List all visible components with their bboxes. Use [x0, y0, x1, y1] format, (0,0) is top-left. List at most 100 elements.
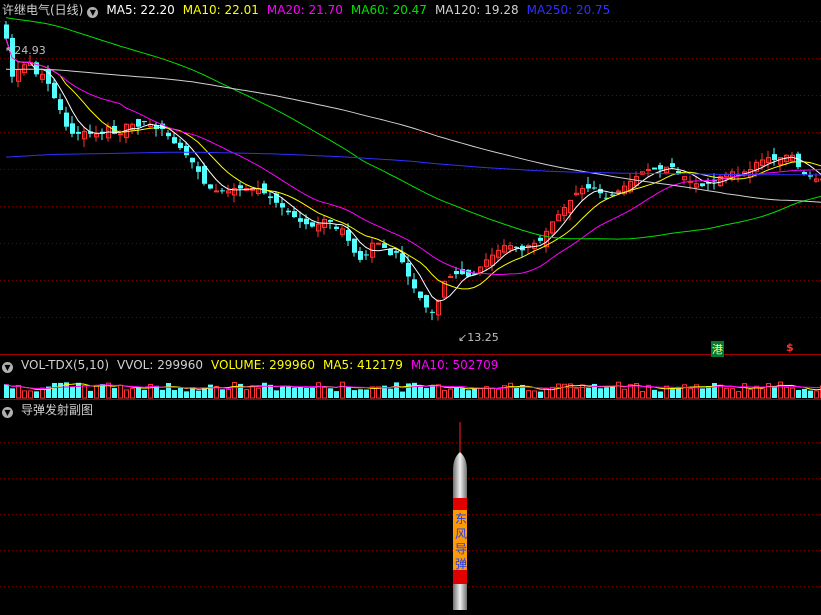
volume-bar-up — [718, 384, 723, 399]
volume-bar-down — [430, 385, 435, 398]
candle-down — [172, 137, 177, 144]
volume-bar-down — [196, 390, 201, 398]
volume-bar-up — [724, 387, 729, 399]
candle-down — [208, 184, 213, 189]
volume-bar-down — [52, 382, 57, 398]
volume-bar-up — [526, 390, 531, 399]
volume-bar-down — [70, 386, 75, 398]
volume-bar-up — [322, 386, 327, 399]
candle-down — [514, 246, 519, 248]
candle-down — [262, 183, 267, 194]
volume-bar-down — [610, 386, 615, 398]
volume-bar-up — [442, 389, 447, 399]
volume-bar-up — [664, 385, 669, 399]
volume-bar-down — [166, 383, 171, 398]
volume-bar-down — [772, 385, 777, 398]
candle-down — [454, 270, 459, 275]
candle-down — [178, 142, 183, 149]
volume-bar-up — [316, 382, 321, 399]
candle-down — [52, 82, 57, 99]
volume-bar-down — [604, 387, 609, 398]
candle-down — [58, 99, 63, 111]
volume-bar-up — [16, 384, 21, 399]
candle-down — [334, 226, 339, 229]
volume-bar-up — [94, 384, 99, 399]
high-price-marker: ↖24.93 — [5, 44, 46, 57]
volume-bar-down — [712, 383, 717, 398]
volume-bar-up — [226, 388, 231, 399]
candle-down — [652, 167, 657, 170]
volume-bar-down — [358, 389, 363, 398]
volume-bar-down — [184, 391, 189, 398]
candle-down — [310, 222, 315, 227]
volume-bar-up — [232, 381, 237, 399]
volume-bar-up — [340, 381, 345, 399]
volume-bar-up — [748, 389, 753, 399]
volume-bar-down — [274, 390, 279, 398]
volume-bar-up — [256, 387, 261, 399]
candle-down — [700, 183, 705, 187]
volume-bar-up — [244, 389, 249, 399]
candle-down — [538, 237, 543, 241]
candle-down — [394, 251, 399, 253]
volume-bar-up — [688, 388, 693, 399]
candle-down — [76, 131, 81, 134]
volume-bar-up — [448, 388, 453, 399]
stock-chart[interactable] — [0, 0, 821, 615]
missile-char: 导 — [455, 542, 468, 556]
volume-bar-down — [352, 390, 357, 398]
volume-bar-up — [736, 391, 741, 399]
ma250-line — [5, 151, 821, 176]
volume-bar-up — [22, 390, 27, 399]
volume-bar-up — [730, 388, 735, 399]
volume-bar-down — [76, 382, 81, 398]
candle-down — [430, 311, 435, 313]
candle-down — [328, 220, 333, 222]
candle-down — [220, 190, 225, 192]
volume-bar-down — [172, 390, 177, 398]
volume-bar-down — [424, 388, 429, 398]
candle-down — [406, 262, 411, 277]
candle-up — [118, 133, 123, 136]
candle-down — [412, 279, 417, 289]
candle-down — [292, 211, 297, 218]
volume-bar-down — [10, 388, 15, 398]
volume-bar-down — [4, 384, 9, 398]
ma20-line — [5, 38, 821, 276]
volume-bar-down — [796, 390, 801, 398]
candle-down — [802, 172, 807, 175]
volume-bar-up — [640, 390, 645, 399]
dollar-marker[interactable]: $ — [786, 341, 794, 354]
volume-bar-up — [250, 385, 255, 399]
candle-down — [136, 119, 141, 127]
candle-down — [388, 248, 393, 256]
volume-bar-down — [160, 389, 165, 398]
volume-bar-down — [364, 389, 369, 398]
volume-bar-up — [496, 388, 501, 399]
candle-down — [280, 203, 285, 208]
volume-bar-up — [574, 388, 579, 399]
volume-bar-down — [286, 386, 291, 398]
hk-badge[interactable]: 港 — [711, 341, 724, 357]
volume-bar-up — [124, 389, 129, 399]
volume-bar-down — [586, 387, 591, 398]
missile-char: 东 — [455, 512, 468, 526]
volume-bar-up — [778, 381, 783, 399]
volume-bar-down — [304, 387, 309, 398]
candle-down — [142, 121, 147, 123]
missile-char: 风 — [455, 527, 468, 541]
volume-bar-down — [178, 387, 183, 398]
volume-bar-down — [136, 386, 141, 398]
volume-bar-down — [418, 385, 423, 398]
candle-down — [772, 154, 777, 160]
candle-down — [238, 185, 243, 189]
volume-bar-down — [292, 387, 297, 398]
volume-bar-up — [556, 383, 561, 399]
candle-down — [346, 229, 351, 241]
volume-bar-up — [766, 383, 771, 399]
volume-bar-down — [670, 389, 675, 398]
volume-bar-down — [388, 388, 393, 398]
volume-bar-up — [490, 387, 495, 399]
candle-down — [586, 184, 591, 189]
volume-bar-down — [652, 389, 657, 398]
